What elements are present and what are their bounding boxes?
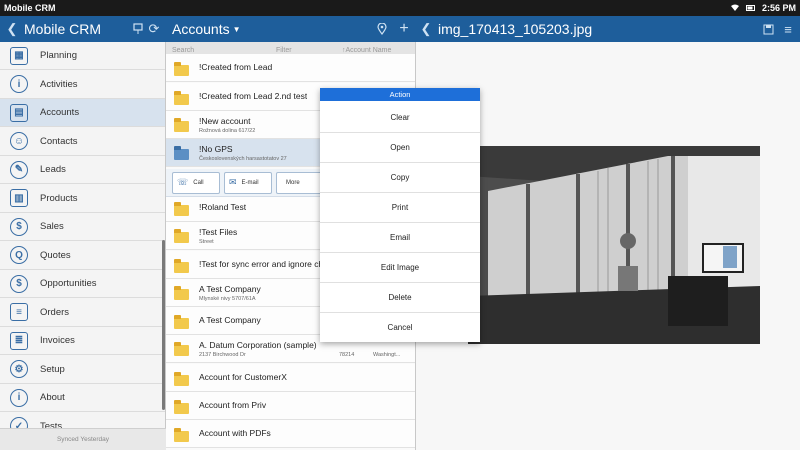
battery-icon [745,5,755,11]
app-header: ❮ Mobile CRM ⟳ Accounts ▼ + ❮ img_170413… [0,16,800,42]
status-app-title: Mobile CRM [4,3,56,13]
status-time: 2:56 PM [761,3,796,13]
refresh-icon[interactable]: ⟳ [146,21,162,37]
sync-device-icon[interactable] [130,21,146,37]
system-status-bar: Mobile CRM 2:56 PM [0,0,800,16]
app-name: Mobile CRM [24,21,102,37]
viewer-back-icon[interactable]: ❮ [418,21,434,37]
menu-icon[interactable]: ≡ [780,21,796,37]
add-icon[interactable]: + [396,20,412,37]
accounts-title[interactable]: Accounts [172,21,230,37]
action-clear-button[interactable]: Clear [320,102,480,132]
action-delete-button[interactable]: Delete [320,282,480,312]
wifi-icon [730,4,739,11]
action-dialog: Action Clear Open Copy Print Email Edit Image… [320,88,480,342]
map-pin-icon[interactable] [374,21,390,37]
save-icon[interactable] [760,21,776,37]
action-print-button[interactable]: Print [320,192,480,222]
back-icon[interactable]: ❮ [4,21,20,37]
action-email-button[interactable]: Email [320,222,480,252]
action-copy-button[interactable]: Copy [320,162,480,192]
action-cancel-button[interactable]: Cancel [320,312,480,342]
action-open-button[interactable]: Open [320,132,480,162]
dialog-title: Action [320,88,480,101]
viewer-title: img_170413_105203.jpg [438,21,593,37]
dropdown-arrow-icon[interactable]: ▼ [233,25,241,34]
action-edit-image-button[interactable]: Edit Image [320,252,480,282]
